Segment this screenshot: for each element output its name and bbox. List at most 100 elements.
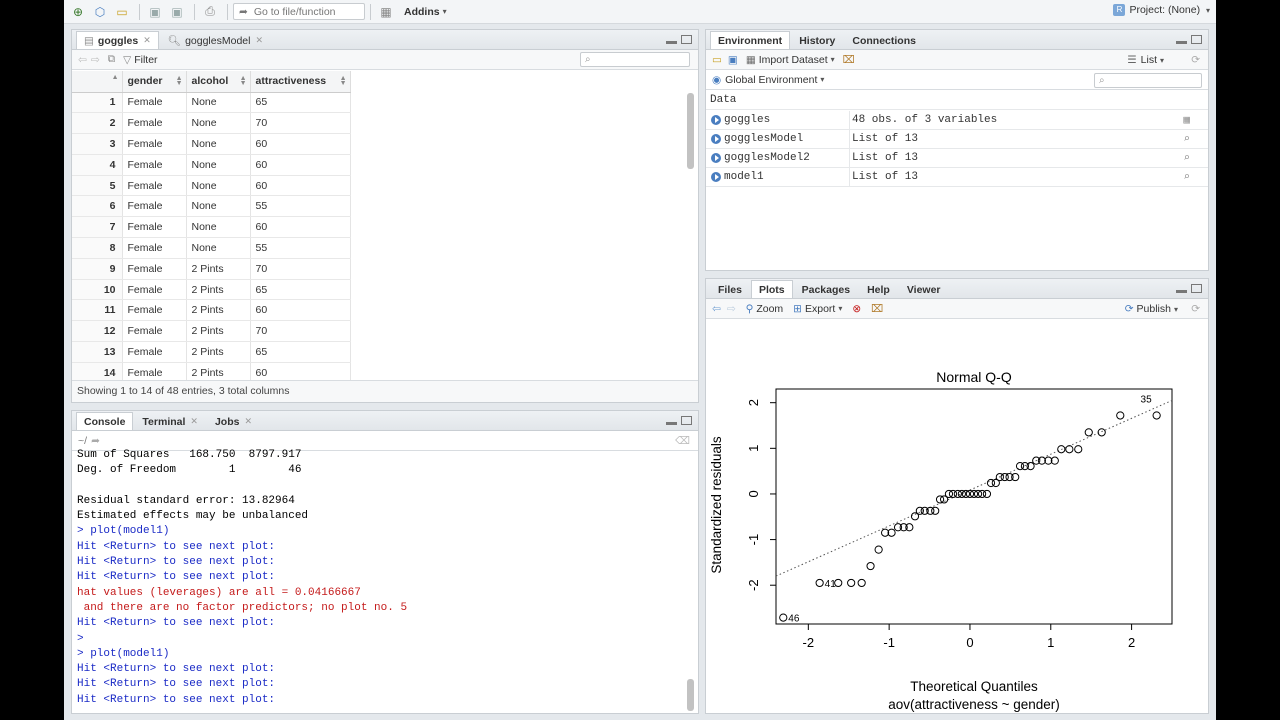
workspace-panes-icon[interactable]: ▦ — [376, 3, 396, 21]
console-scrollbar[interactable] — [687, 679, 694, 711]
tab-environment[interactable]: Environment — [710, 31, 791, 49]
table-cell: 60 — [250, 299, 351, 322]
minimize-icon[interactable] — [1176, 290, 1187, 293]
table-row[interactable]: 10 Female 2 Pints 65 — [72, 279, 351, 301]
import-dataset-button[interactable]: Import Dataset — [759, 54, 828, 66]
clear-console-icon[interactable]: ⌫ — [675, 435, 690, 447]
console-output[interactable]: Sum of Squares 168.750 8797.917 Deg. of F… — [72, 448, 698, 713]
table-row[interactable]: 7 Female None 60 — [72, 216, 351, 239]
table-scrollbar[interactable] — [687, 93, 694, 169]
tab-packages[interactable]: Packages — [794, 280, 858, 298]
go-to-file-input[interactable]: ➦ Go to file/function — [233, 3, 365, 20]
refresh-icon[interactable]: ⟳ — [1191, 54, 1200, 66]
expand-icon[interactable] — [711, 172, 721, 182]
table-cell: Female — [122, 195, 187, 218]
table-row[interactable]: 1 Female None 65 — [72, 92, 351, 114]
expand-icon[interactable] — [711, 153, 721, 163]
environment-item[interactable]: goggles 48 obs. of 3 variables ▦ — [706, 111, 1208, 130]
save-icon[interactable]: ▣ — [145, 3, 165, 21]
table-cell: Female — [122, 320, 187, 343]
export-menu[interactable]: Export — [805, 303, 835, 315]
table-row[interactable]: 14 Female 2 Pints 60 — [72, 362, 351, 381]
table-row[interactable]: 6 Female None 55 — [72, 195, 351, 218]
table-row[interactable]: 3 Female None 60 — [72, 133, 351, 155]
broom-icon[interactable]: ⌧ — [871, 303, 883, 315]
tab-console[interactable]: Console — [76, 412, 134, 430]
viewer-search-input[interactable]: ⌕ — [580, 52, 690, 67]
environment-search-input[interactable]: ⌕ — [1094, 73, 1202, 88]
go-to-directory-icon[interactable]: ➦ — [91, 435, 100, 447]
expand-icon[interactable] — [711, 115, 721, 125]
previous-plot-icon[interactable]: ⇦ — [712, 303, 721, 315]
open-file-icon[interactable]: ▭ — [112, 3, 132, 21]
table-footer: Showing 1 to 14 of 48 entries, 3 total c… — [72, 380, 698, 402]
table-row[interactable]: 4 Female None 60 — [72, 154, 351, 176]
minimize-icon[interactable] — [1176, 41, 1187, 44]
table-icon[interactable]: ▦ — [1183, 112, 1190, 130]
column-header[interactable]: attractiveness ▲ ▼ — [250, 71, 351, 93]
popout-icon[interactable]: ⧉ — [108, 53, 116, 66]
filter-button[interactable]: Filter — [134, 54, 157, 66]
project-menu[interactable]: R Project: (None) ▾ — [1113, 4, 1210, 17]
view-mode-menu[interactable]: ☰ List ▾ — [1127, 54, 1164, 66]
letterbox-left — [0, 0, 64, 720]
tab-plots[interactable]: Plots — [750, 280, 793, 298]
row-number-header[interactable]: ▲ — [72, 71, 123, 93]
table-row[interactable]: 9 Female 2 Pints 70 — [72, 258, 351, 280]
maximize-icon[interactable] — [681, 416, 692, 425]
close-icon[interactable]: ✕ — [244, 416, 252, 427]
close-icon[interactable]: ✕ — [190, 416, 198, 427]
y-axis-label: Standardized residuals — [709, 436, 724, 574]
tab-history[interactable]: History — [791, 31, 843, 49]
table-cell: Female — [122, 341, 187, 363]
save-all-icon[interactable]: ▣ — [167, 3, 187, 21]
environment-item[interactable]: gogglesModel2 List of 13 ⌕ — [706, 149, 1208, 168]
save-workspace-icon[interactable]: ▣ — [728, 54, 738, 66]
zoom-button[interactable]: Zoom — [756, 303, 783, 315]
addins-menu[interactable]: Addins — [404, 6, 440, 18]
table-row[interactable]: 12 Female 2 Pints 70 — [72, 320, 351, 343]
environment-item[interactable]: gogglesModel List of 13 ⌕ — [706, 130, 1208, 149]
tab-viewer[interactable]: Viewer — [899, 280, 949, 298]
tab-jobs[interactable]: Jobs ✕ — [207, 412, 260, 430]
object-value: 48 obs. of 3 variables — [849, 111, 997, 129]
table-row[interactable]: 8 Female None 55 — [72, 237, 351, 259]
back-icon[interactable]: ⇦ — [78, 54, 87, 66]
forward-icon[interactable]: ⇨ — [91, 54, 100, 66]
magnifier-icon[interactable]: ⌕ — [1183, 131, 1190, 149]
broom-icon[interactable]: ⌧ — [843, 54, 855, 66]
column-header[interactable]: alcohol ▲ ▼ — [186, 71, 251, 93]
new-project-icon[interactable]: ⬡ — [90, 3, 110, 21]
table-row[interactable]: 13 Female 2 Pints 65 — [72, 341, 351, 363]
maximize-icon[interactable] — [1191, 35, 1202, 44]
maximize-icon[interactable] — [681, 35, 692, 44]
tab-goggles[interactable]: ▤ goggles ✕ — [76, 31, 159, 49]
tab-gogglesModel[interactable]: 🔍︎ gogglesModel ✕ — [160, 31, 271, 49]
magnifier-icon[interactable]: ⌕ — [1183, 169, 1190, 187]
magnifier-icon[interactable]: ⌕ — [1183, 150, 1190, 168]
table-row[interactable]: 11 Female 2 Pints 60 — [72, 299, 351, 322]
minimize-icon[interactable] — [666, 422, 677, 425]
maximize-icon[interactable] — [1191, 284, 1202, 293]
table-row[interactable]: 2 Female None 70 — [72, 112, 351, 135]
data-point — [982, 489, 992, 499]
tab-files[interactable]: Files — [710, 280, 750, 298]
new-file-icon[interactable]: ⊕ — [68, 3, 88, 21]
load-workspace-icon[interactable]: ▭ — [712, 54, 722, 66]
environment-item[interactable]: model1 List of 13 ⌕ — [706, 168, 1208, 187]
expand-icon[interactable] — [711, 134, 721, 144]
refresh-icon[interactable]: ⟳ — [1191, 303, 1200, 315]
environment-scope-menu[interactable]: Global Environment — [725, 74, 817, 86]
remove-plot-icon[interactable]: ⊗ — [852, 303, 861, 315]
close-icon[interactable]: ✕ — [255, 35, 263, 46]
tab-terminal[interactable]: Terminal ✕ — [134, 412, 206, 430]
table-row[interactable]: 5 Female None 60 — [72, 175, 351, 197]
publish-menu[interactable]: ⟳ Publish ▾ — [1125, 303, 1178, 315]
print-icon[interactable]: ⎙ — [200, 3, 220, 21]
close-icon[interactable]: ✕ — [143, 35, 151, 46]
column-header[interactable]: gender ▲ ▼ — [122, 71, 187, 93]
minimize-icon[interactable] — [666, 41, 677, 44]
tab-help[interactable]: Help — [859, 280, 898, 298]
tab-connections[interactable]: Connections — [844, 31, 924, 49]
next-plot-icon[interactable]: ⇨ — [727, 303, 736, 315]
